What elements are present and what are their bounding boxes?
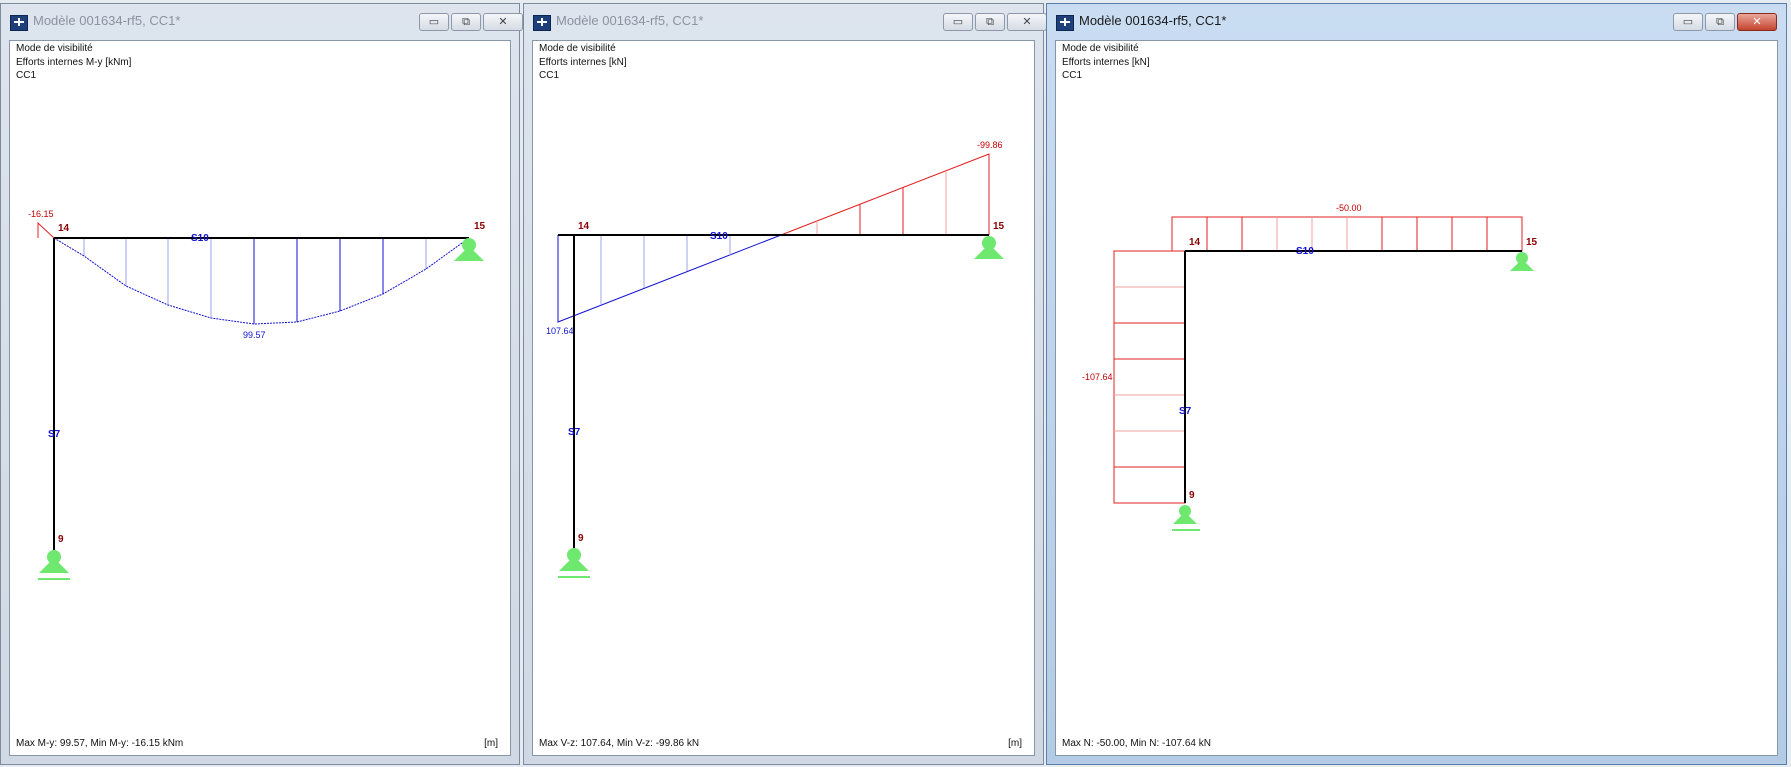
window-normal-force[interactable]: Modèle 001634-rf5, CC1* ▭ ⧉ ✕ Mode de vi… xyxy=(1046,3,1787,765)
support-node-9 xyxy=(558,548,590,578)
node-label-15: 15 xyxy=(1526,237,1538,248)
support-node-15 xyxy=(454,238,484,261)
unit-label: [m] xyxy=(1008,738,1022,749)
moment-diagram-curve xyxy=(53,237,470,325)
node-label-15: 15 xyxy=(993,221,1005,232)
max-shear-label: 107.64 xyxy=(546,326,574,336)
column-normal-force-label: -107.64 xyxy=(1082,372,1113,382)
title-bar[interactable]: Modèle 001634-rf5, CC1* ▭ ⧉ ✕ xyxy=(1,4,523,37)
graphics-area[interactable]: Mode de visibilité Efforts internes M-y … xyxy=(9,40,511,756)
unit-label: [m] xyxy=(484,738,498,749)
normal-force-column-band xyxy=(1113,250,1186,504)
node-label-9: 9 xyxy=(578,533,584,544)
moment-negative-outline xyxy=(37,221,55,239)
rfem-app-icon xyxy=(1056,15,1074,31)
graphics-area[interactable]: Mode de visibilité Efforts internes [kN]… xyxy=(1055,40,1778,756)
node-label-15: 15 xyxy=(474,221,486,232)
window-title: Modèle 001634-rf5, CC1* xyxy=(1079,13,1227,28)
support-node-15 xyxy=(1510,252,1534,271)
window-title: Modèle 001634-rf5, CC1* xyxy=(556,13,704,28)
rfem-app-icon xyxy=(533,15,551,31)
support-node-15 xyxy=(974,236,1004,259)
node-label-14: 14 xyxy=(58,223,70,234)
restore-button[interactable]: ⧉ xyxy=(451,13,481,31)
graphics-area[interactable]: Mode de visibilité Efforts internes [kN]… xyxy=(532,40,1035,756)
member-label-S7: S7 xyxy=(48,429,61,440)
status-extremes: Max M-y: 99.57, Min M-y: -16.15 kNm xyxy=(16,738,184,749)
member-label-S10: S10 xyxy=(191,233,209,244)
support-node-9 xyxy=(1172,505,1200,531)
shear-negative-outline xyxy=(780,153,990,236)
shear-positive-outline xyxy=(557,234,782,323)
member-label-S7: S7 xyxy=(1179,406,1192,417)
window-moment[interactable]: Modèle 001634-rf5, CC1* ▭ ⧉ ✕ Mode de vi… xyxy=(0,3,523,765)
member-label-S10: S10 xyxy=(1296,246,1314,257)
restore-button[interactable]: ⧉ xyxy=(1705,13,1735,31)
node-label-14: 14 xyxy=(578,221,590,232)
min-moment-label: -16.15 xyxy=(28,209,54,219)
node-label-9: 9 xyxy=(58,534,64,545)
status-extremes: Max V-z: 107.64, Min V-z: -99.86 kN xyxy=(539,738,700,749)
member-label-S7: S7 xyxy=(568,427,581,438)
node-label-9: 9 xyxy=(1189,490,1195,501)
min-shear-label: -99.86 xyxy=(977,140,1003,150)
minimize-button[interactable]: ▭ xyxy=(419,13,449,31)
close-button[interactable]: ✕ xyxy=(483,13,523,31)
close-button[interactable]: ✕ xyxy=(1737,13,1777,31)
close-button[interactable]: ✕ xyxy=(1007,13,1047,31)
status-extremes: Max N: -50.00, Min N: -107.64 kN xyxy=(1062,738,1211,749)
support-node-9 xyxy=(38,550,70,580)
minimize-button[interactable]: ▭ xyxy=(943,13,973,31)
window-title: Modèle 001634-rf5, CC1* xyxy=(33,13,181,28)
title-bar[interactable]: Modèle 001634-rf5, CC1* ▭ ⧉ ✕ xyxy=(1047,4,1786,37)
moment-diagram: -16.15 99.57 14 15 9 S10 S7 xyxy=(28,209,486,580)
minimize-button[interactable]: ▭ xyxy=(1673,13,1703,31)
beam-normal-force-label: -50.00 xyxy=(1336,203,1362,213)
node-label-14: 14 xyxy=(1189,237,1201,248)
window-shear[interactable]: Modèle 001634-rf5, CC1* ▭ ⧉ ✕ Mode de vi… xyxy=(523,3,1047,765)
rfem-app-icon xyxy=(10,15,28,31)
restore-button[interactable]: ⧉ xyxy=(975,13,1005,31)
normal-force-diagram: -50.00 -107.64 14 15 9 S10 S7 xyxy=(1082,203,1538,531)
shear-diagram: 107.64 -99.86 14 15 9 S10 S7 xyxy=(546,140,1005,578)
member-label-S10: S10 xyxy=(710,231,728,242)
max-moment-label: 99.57 xyxy=(243,330,266,340)
title-bar[interactable]: Modèle 001634-rf5, CC1* ▭ ⧉ ✕ xyxy=(524,4,1047,37)
